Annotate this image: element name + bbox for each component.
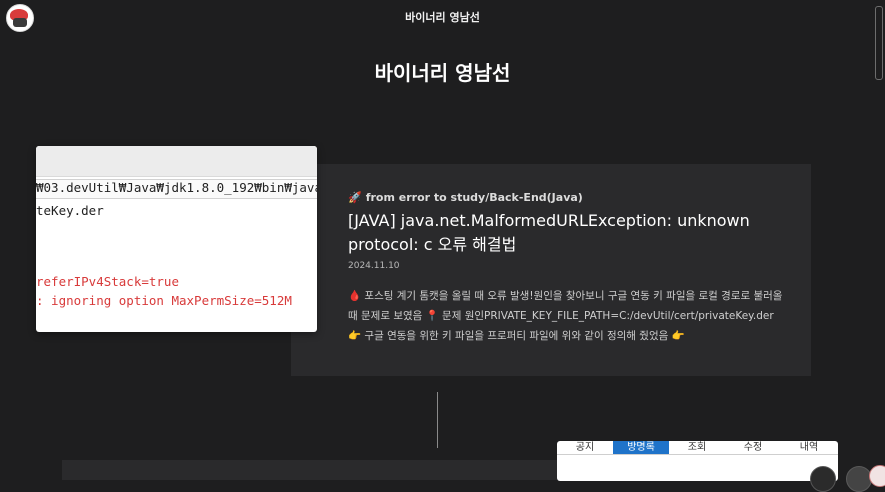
next-post-card[interactable] (62, 460, 562, 480)
floating-button-gray[interactable] (846, 466, 872, 492)
post-thumbnail[interactable]: ₩03.devUtil₩Java₩jdk1.8.0_192₩bin₩java t… (36, 146, 317, 332)
floating-avatar[interactable] (869, 465, 885, 487)
widget-tab-2[interactable]: 방명록 (613, 441, 669, 454)
post-category-label: from error to study/Back-End(Java) (365, 191, 583, 204)
top-bar: 바이너리 영남선 (0, 0, 885, 34)
divider-line (437, 392, 438, 448)
post-date: 2024.11.10 (348, 261, 400, 271)
post-category[interactable]: 🚀 from error to study/Back-End(Java) (348, 191, 583, 204)
blog-title[interactable]: 바이너리 영남선 (0, 57, 885, 86)
post-title[interactable]: [JAVA] java.net.MalformedURLException: u… (348, 209, 788, 257)
site-name[interactable]: 바이너리 영남선 (0, 9, 885, 25)
thumbnail-text-2: teKey.der (36, 203, 104, 218)
widget-tab-3[interactable]: 조회 (669, 441, 725, 454)
thumbnail-text-3: referIPv4Stack=true (36, 274, 179, 289)
thumbnail-text-1: ₩03.devUtil₩Java₩jdk1.8.0_192₩bin₩java (36, 180, 317, 195)
floating-button-dark[interactable] (810, 466, 836, 492)
widget-tab-4[interactable]: 수정 (725, 441, 781, 454)
post-excerpt: 🩸 포스팅 계기 톰캣을 올릴 때 오류 발생!원인을 찾아보니 구글 연동 키… (348, 290, 783, 342)
thumbnail-toolbar (36, 146, 317, 177)
widget-tab-1[interactable]: 공지 (557, 441, 613, 454)
widget-divider (557, 454, 838, 455)
widget-tab-5[interactable]: 내역 (781, 441, 837, 454)
rocket-icon: 🚀 (348, 191, 362, 204)
thumbnail-text-4: : ignoring option MaxPermSize=512M (36, 293, 292, 308)
post-card[interactable]: 🚀 from error to study/Back-End(Java) [JAV… (291, 164, 811, 376)
side-widget: 공지 방명록 조회 수정 내역 (557, 441, 838, 481)
